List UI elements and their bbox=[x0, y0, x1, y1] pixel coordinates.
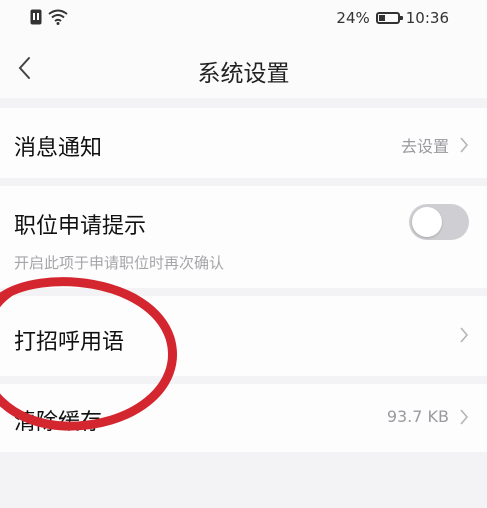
sim-icon bbox=[30, 9, 42, 25]
row-label: 清除缓存 bbox=[14, 410, 103, 435]
row-subtitle: 开启此项于申请职位时再次确认 bbox=[14, 254, 225, 272]
status-bar: 24% 10:36 bbox=[0, 0, 487, 38]
go-settings-link[interactable]: 去设置 bbox=[401, 133, 449, 157]
settings-row-job-application-prompt: 职位申请提示 开启此项于申请职位时再次确认 bbox=[0, 186, 487, 288]
row-label: 职位申请提示 bbox=[14, 214, 147, 239]
battery-percent: 24% bbox=[336, 9, 370, 27]
status-right: 24% 10:36 bbox=[336, 9, 449, 27]
battery-icon bbox=[375, 12, 403, 24]
job-application-toggle[interactable] bbox=[409, 204, 469, 240]
settings-row-greeting-phrases[interactable]: 打招呼用语 bbox=[0, 296, 487, 376]
chevron-right-icon bbox=[460, 327, 469, 343]
row-label: 消息通知 bbox=[14, 136, 103, 161]
status-left bbox=[30, 9, 68, 25]
row-action[interactable]: 去设置 bbox=[401, 133, 469, 157]
clock: 10:36 bbox=[405, 9, 449, 27]
row-label: 打招呼用语 bbox=[14, 330, 125, 355]
wifi-icon bbox=[48, 9, 68, 25]
settings-row-clear-cache[interactable]: 清除缓存 93.7 KB bbox=[0, 384, 487, 452]
navigation-bar: 系统设置 bbox=[0, 38, 487, 98]
chevron-right-icon bbox=[460, 137, 469, 153]
row-action bbox=[459, 327, 469, 343]
row-action: 93.7 KB bbox=[387, 407, 469, 426]
page-title: 系统设置 bbox=[197, 61, 290, 87]
cache-size: 93.7 KB bbox=[386, 407, 449, 426]
chevron-right-icon bbox=[460, 408, 469, 425]
toggle-knob bbox=[412, 207, 442, 237]
settings-row-message-notification[interactable]: 消息通知 去设置 bbox=[0, 108, 487, 178]
